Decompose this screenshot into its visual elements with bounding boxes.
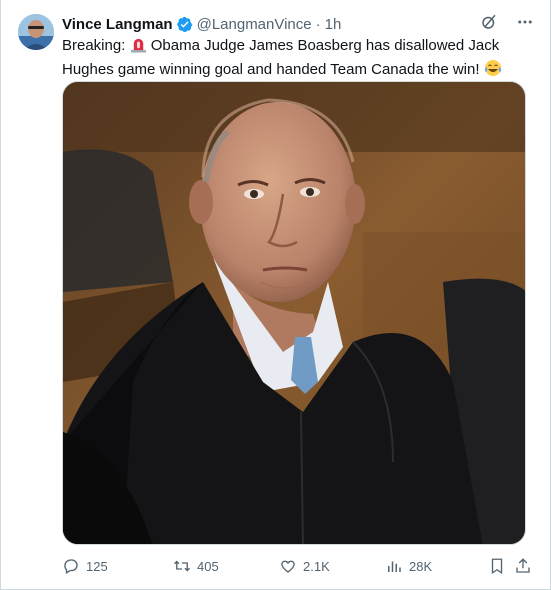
like-button[interactable]: 2.1K (279, 557, 385, 575)
siren-icon (130, 36, 147, 59)
like-count: 2.1K (303, 558, 330, 574)
tweet-actions: 125 405 2.1K 28K (62, 556, 532, 576)
avatar[interactable] (18, 14, 54, 50)
separator-dot: · (315, 15, 321, 33)
share-icon (516, 558, 530, 573)
repost-icon (174, 560, 190, 572)
author-name[interactable]: Vince Langman (62, 16, 173, 33)
tweet-card[interactable]: Vince Langman @LangmanVince · 1h Breakin… (0, 0, 551, 590)
author-handle[interactable]: @LangmanVince (197, 16, 312, 33)
bookmark-icon (491, 558, 503, 575)
reply-button[interactable]: 125 (62, 557, 173, 575)
reply-icon (64, 559, 78, 574)
tweet-text: Breaking: Obama Judge James Boasberg has… (62, 36, 532, 83)
more-options-icon[interactable] (516, 13, 534, 35)
grok-icon[interactable] (480, 13, 498, 35)
post-time[interactable]: 1h (325, 16, 342, 33)
tweet-header: Vince Langman @LangmanVince · 1h (62, 14, 534, 34)
text-body: Obama Judge James Boasberg has disallowe… (62, 37, 500, 78)
judge-photo (63, 82, 525, 544)
views-button[interactable]: 28K (385, 557, 488, 575)
repost-button[interactable]: 405 (173, 557, 279, 575)
view-count: 28K (409, 558, 433, 574)
avatar-image (18, 14, 54, 50)
reply-count: 125 (86, 558, 108, 574)
verified-badge-icon (176, 16, 193, 33)
repost-count: 405 (197, 558, 219, 574)
tears-of-joy-icon (484, 59, 502, 83)
views-icon (388, 561, 401, 572)
heart-icon (281, 560, 295, 573)
text-prefix: Breaking: (62, 37, 126, 54)
header-icons (480, 14, 534, 34)
share-button[interactable] (514, 557, 532, 575)
tweet-image[interactable] (62, 81, 526, 545)
bookmark-button[interactable] (488, 557, 514, 575)
